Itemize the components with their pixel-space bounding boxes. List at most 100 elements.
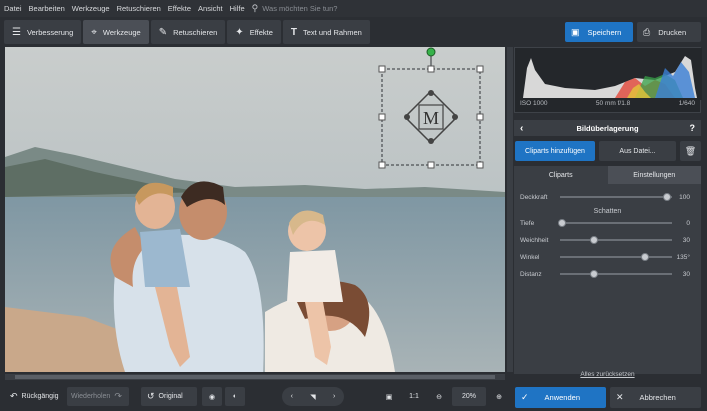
help-icon[interactable]: ? <box>690 123 696 133</box>
tab-werkzeuge[interactable]: ⌖ Werkzeuge <box>83 20 149 44</box>
family-beach-photo: M <box>5 47 505 372</box>
back-arrow-icon[interactable]: ‹ <box>520 123 523 134</box>
softness-slider[interactable] <box>560 236 672 244</box>
zoom-field[interactable]: 20% <box>452 387 486 406</box>
panel-header: ‹ Bildüberlagerung ? <box>514 120 701 136</box>
ratio-label: 1:1 <box>409 393 419 400</box>
histogram-graph <box>515 48 702 100</box>
angle-slider[interactable] <box>560 253 672 261</box>
cancel-button[interactable]: ✕ Abbrechen <box>610 387 701 408</box>
ratio-button[interactable]: 1:1 <box>406 387 422 406</box>
opacity-row: Deckkraft 100 <box>520 191 695 203</box>
reset-original-icon: ↺ <box>147 391 155 401</box>
brush-icon: ✎ <box>158 26 168 38</box>
compare-button[interactable]: ◐ <box>225 387 245 406</box>
menu-search[interactable]: ⚲ Was möchten Sie tun? <box>252 3 338 14</box>
distance-value: 30 <box>682 270 690 278</box>
depth-row: Tiefe 0 <box>520 217 695 229</box>
distance-slider[interactable] <box>560 270 672 278</box>
next-icon[interactable]: › <box>333 393 335 400</box>
prev-icon[interactable]: ‹ <box>291 393 293 400</box>
subtab-einstellungen[interactable]: Einstellungen <box>607 166 701 184</box>
subtab-cliparts[interactable]: Cliparts <box>514 166 608 184</box>
main-toolbar: ☰ Verbesserung ⌖ Werkzeuge ✎ Retuschiere… <box>0 19 707 45</box>
image-canvas[interactable]: M <box>5 47 505 372</box>
save-label: Speichern <box>587 27 622 37</box>
apply-label: Anwenden <box>544 393 580 402</box>
softness-knob[interactable] <box>590 236 598 244</box>
exif-info: ISO 1000 50 mm f/1.8 1/640 <box>514 100 701 107</box>
folder-icon[interactable]: ◥ <box>310 393 315 401</box>
tab-effekte[interactable]: ✦ Effekte <box>227 20 281 44</box>
opacity-value: 100 <box>679 193 690 201</box>
undo-label: Rückgängig <box>21 393 59 400</box>
vertical-scrollbar[interactable] <box>507 47 513 372</box>
menu-werkzeuge[interactable]: Werkzeuge <box>72 4 110 13</box>
tab-retuschieren[interactable]: ✎ Retuschieren <box>150 20 226 44</box>
angle-knob[interactable] <box>641 253 649 261</box>
tab-label: Werkzeuge <box>102 27 141 37</box>
distance-row: Distanz 30 <box>520 268 695 280</box>
text-icon: T <box>290 26 298 38</box>
distance-label: Distanz <box>520 270 542 278</box>
zoom-in-button[interactable]: ⊕ <box>492 387 506 406</box>
menu-ansicht[interactable]: Ansicht <box>198 4 223 13</box>
angle-value: 135° <box>676 253 690 261</box>
depth-knob[interactable] <box>558 219 566 227</box>
fit-button[interactable]: ▣ <box>381 387 397 406</box>
scroll-thumb[interactable] <box>15 375 495 379</box>
trash-icon: 🗑 <box>684 145 697 156</box>
zoom-out-button[interactable]: ⊖ <box>432 387 446 406</box>
add-clipart-button[interactable]: Cliparts hinzufügen <box>515 141 595 161</box>
menu-effekte[interactable]: Effekte <box>168 4 191 13</box>
tab-label: Text und Rahmen <box>303 27 362 37</box>
menu-datei[interactable]: Datei <box>4 4 22 13</box>
from-file-button[interactable]: Aus Datei... <box>599 141 676 161</box>
menu-hilfe[interactable]: Hilfe <box>230 4 245 13</box>
tab-label: Retuschieren <box>173 27 218 37</box>
menu-retuschieren[interactable]: Retuschieren <box>117 4 161 13</box>
shutter-value: 1/640 <box>678 100 695 107</box>
bottom-bar: ↶ Rückgängig Wiederholen ↷ ↺ Original ◉ … <box>0 384 707 411</box>
undo-button[interactable]: ↶ Rückgängig <box>6 387 64 406</box>
focal-value: 50 mm f/1.8 <box>595 100 631 107</box>
print-button[interactable]: ⎙ Drucken <box>637 22 701 42</box>
cancel-label: Abbrechen <box>639 393 676 402</box>
opacity-slider[interactable] <box>560 193 672 201</box>
apply-button[interactable]: ✓ Anwenden <box>515 387 606 408</box>
tab-verbesserung[interactable]: ☰ Verbesserung <box>4 20 82 44</box>
horizontal-scrollbar[interactable] <box>5 374 505 380</box>
printer-icon: ⎙ <box>643 26 651 37</box>
preview-button[interactable]: ◉ <box>202 387 222 406</box>
softness-label: Weichheit <box>520 236 549 244</box>
fit-screen-icon: ▣ <box>385 393 393 401</box>
floppy-icon: ▣ <box>571 26 580 37</box>
softness-row: Weichheit 30 <box>520 234 695 246</box>
save-button[interactable]: ▣ Speichern <box>565 22 633 42</box>
softness-value: 30 <box>682 236 690 244</box>
sliders-icon: ☰ <box>12 26 21 38</box>
undo-icon: ↶ <box>10 391 18 401</box>
redo-icon: ↷ <box>114 391 122 401</box>
eye-icon: ◉ <box>208 393 216 401</box>
panel-subtabs: Cliparts Einstellungen <box>514 166 701 184</box>
depth-label: Tiefe <box>520 219 535 227</box>
opacity-label: Deckkraft <box>520 193 548 201</box>
tab-text-und-rahmen[interactable]: T Text und Rahmen <box>282 20 370 44</box>
compare-icon: ◐ <box>232 393 238 400</box>
original-button[interactable]: ↺ Original <box>141 387 197 406</box>
delete-button[interactable]: 🗑 <box>680 141 701 161</box>
browse-navigator: ‹ ◥ › <box>282 387 344 406</box>
depth-slider[interactable] <box>558 219 672 227</box>
opacity-knob[interactable] <box>663 193 671 201</box>
tab-label: Effekte <box>249 27 273 37</box>
menu-bearbeiten[interactable]: Bearbeiten <box>29 4 65 13</box>
iso-value: ISO 1000 <box>520 100 548 107</box>
print-label: Drucken <box>658 27 687 37</box>
clipart-button-row: Cliparts hinzufügen Aus Datei... 🗑 <box>514 141 701 161</box>
zoom-value: 20% <box>461 393 476 400</box>
distance-knob[interactable] <box>590 270 598 278</box>
reset-all-link[interactable]: Alles zurücksetzen <box>514 371 701 378</box>
magic-wand-icon: ✦ <box>235 26 244 38</box>
redo-button[interactable]: Wiederholen ↷ <box>67 387 129 406</box>
